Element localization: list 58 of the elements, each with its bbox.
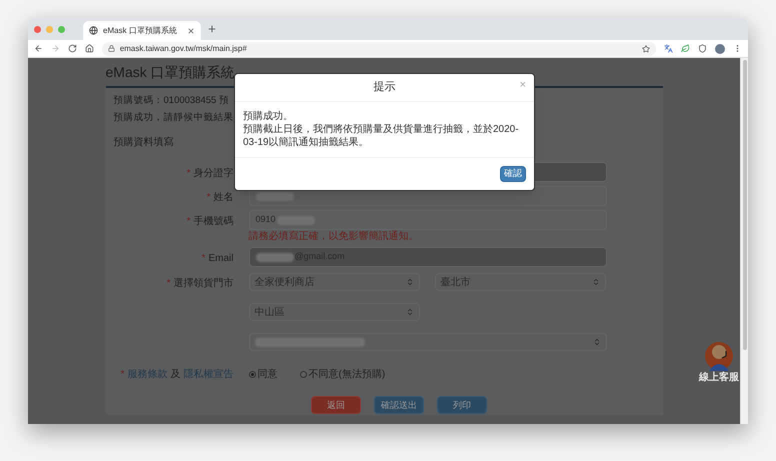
tab-title: eMask 口罩預購系統 [103,24,178,36]
status-text: 預購成功，請靜候中籤結果 [114,112,234,124]
new-tab-icon[interactable] [207,24,217,34]
close-window-icon[interactable] [34,26,41,32]
address-bar[interactable]: emask.taiwan.gov.tw/msk/main.jsp# [102,42,656,56]
lock-icon [108,45,115,52]
terms-link[interactable]: 隱私權宣告 [184,367,234,382]
order-number-text: 預購號碼：0100038455 預 [114,95,229,107]
required-mark: * [120,368,124,382]
translate-icon[interactable] [664,44,674,53]
confirm-button[interactable]: 確認 [500,166,526,182]
dialog-message: 預購成功。 [243,110,294,123]
browser-tab[interactable]: eMask 口罩預購系統 [83,21,201,40]
shield-icon[interactable] [698,44,708,53]
form-button[interactable]: 列印 [437,396,487,414]
radio-button[interactable] [248,371,256,378]
field-label: 身分證字 [194,166,234,181]
field-label: Email [208,252,234,266]
dropdown-icon [406,278,414,286]
field-label: 姓名 [214,191,234,205]
reload-icon[interactable] [68,44,77,53]
form-button[interactable]: 確認送出 [374,396,424,414]
dropdown-icon [406,308,414,316]
back-icon[interactable] [34,44,43,53]
dialog-message: 預購截止日後，我們將依預購量及供貨量進行抽籤，並於2020-03-19以簡訊通知抽籤結果。 [243,123,520,149]
field-label: 選擇領貨門市 [174,276,234,291]
dropdown-icon [592,278,600,286]
support-label: 線上客服 [699,373,739,383]
redacted-text [256,252,294,262]
profile-avatar-icon[interactable] [715,44,726,54]
form-button[interactable]: 返回 [311,396,361,414]
terms-link[interactable]: 服務條款 [128,367,168,382]
home-icon[interactable] [84,44,94,53]
close-icon[interactable] [187,26,195,34]
leaf-icon[interactable] [681,44,690,53]
close-button[interactable]: × [520,80,526,91]
field-label: 手機號碼 [194,214,234,229]
support-widget[interactable]: 線上客服 [698,341,740,386]
required-mark: * [206,191,210,205]
label-text: 及 [170,368,180,382]
url-text: emask.taiwan.gov.tw/msk/main.jsp# [120,42,248,54]
scrollbar[interactable] [740,58,748,424]
dialog-title: 提示 [374,80,396,96]
redacted-text [256,192,294,200]
radio-label: 不同意(無法預購) [308,368,386,382]
hint-text: 請務必填寫正確，以免影響簡訊通知。 [248,231,420,243]
dropdown-icon [592,338,600,346]
required-mark: * [202,252,206,266]
required-mark: * [186,215,190,229]
required-mark: * [166,277,170,291]
section-heading: 預購資料填寫 [114,137,174,149]
globe-icon [89,26,98,35]
radio-button[interactable] [300,371,306,378]
page-title: eMask 口罩預購系統 [106,62,235,82]
radio-label: 同意 [258,368,278,382]
required-mark: * [186,167,190,181]
agent-figure-icon [704,341,734,373]
bookmark-star-icon[interactable] [642,44,650,52]
